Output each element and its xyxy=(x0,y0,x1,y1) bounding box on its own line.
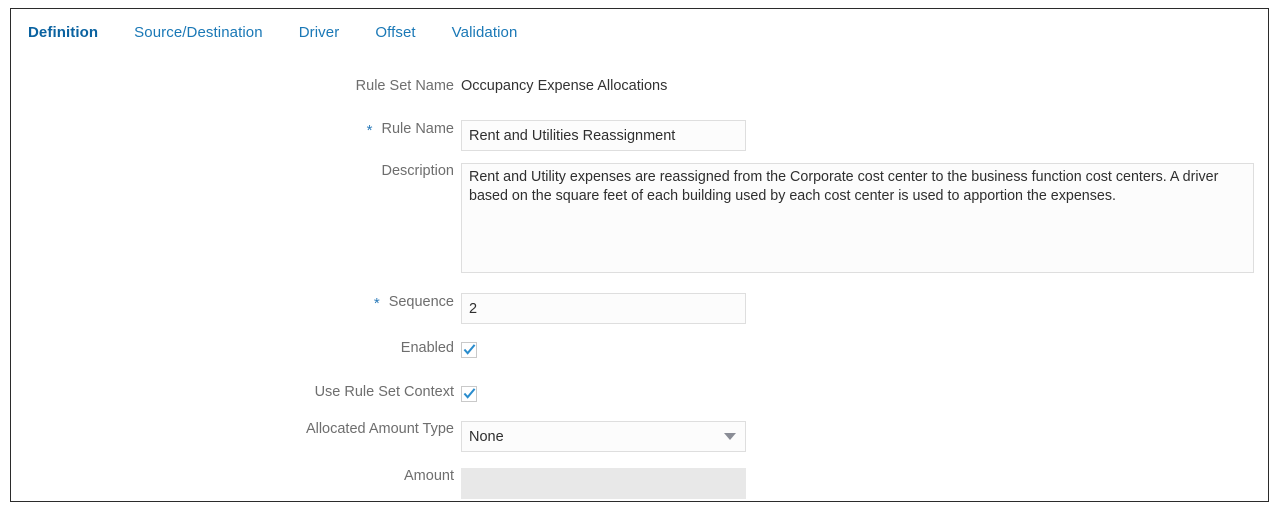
rule-name-label-text: Rule Name xyxy=(381,121,454,137)
rule-set-name-value: Occupancy Expense Allocations xyxy=(461,78,667,94)
rule-definition-panel: Definition Source/Destination Driver Off… xyxy=(10,8,1269,502)
rule-name-input[interactable] xyxy=(461,120,746,151)
required-indicator-icon: * xyxy=(374,295,380,312)
field-row-allocated-amount-type: Allocated Amount Type None xyxy=(11,421,1268,452)
field-row-rule-name: * Rule Name xyxy=(11,120,1268,151)
sequence-label: * Sequence xyxy=(11,293,461,310)
field-row-sequence: * Sequence xyxy=(11,293,1268,324)
definition-form: Rule Set Name Occupancy Expense Allocati… xyxy=(11,55,1268,501)
description-textarea[interactable]: Rent and Utility expenses are reassigned… xyxy=(461,163,1254,273)
tab-definition[interactable]: Definition xyxy=(28,24,98,41)
allocated-amount-type-label: Allocated Amount Type xyxy=(11,421,461,437)
chevron-down-icon xyxy=(724,433,736,440)
description-label: Description xyxy=(11,163,461,179)
enabled-label: Enabled xyxy=(11,340,461,356)
field-row-amount: Amount xyxy=(11,468,1268,499)
amount-input-disabled xyxy=(461,468,746,499)
enabled-checkbox[interactable] xyxy=(461,342,477,358)
field-row-rule-set-name: Rule Set Name Occupancy Expense Allocati… xyxy=(11,78,1268,94)
tab-source-destination[interactable]: Source/Destination xyxy=(134,24,263,41)
use-rule-set-context-label: Use Rule Set Context xyxy=(11,384,461,400)
tab-offset[interactable]: Offset xyxy=(375,24,415,41)
allocated-amount-type-value: None xyxy=(469,429,504,445)
field-row-use-rule-set-context: Use Rule Set Context xyxy=(11,384,1268,402)
rule-name-label: * Rule Name xyxy=(11,120,461,137)
field-row-enabled: Enabled xyxy=(11,340,1268,358)
tab-bar: Definition Source/Destination Driver Off… xyxy=(11,9,1268,55)
checkmark-icon xyxy=(463,387,476,400)
required-indicator-icon: * xyxy=(367,122,373,139)
sequence-label-text: Sequence xyxy=(389,294,454,310)
rule-set-name-label: Rule Set Name xyxy=(11,78,461,94)
sequence-input[interactable] xyxy=(461,293,746,324)
tab-driver[interactable]: Driver xyxy=(299,24,340,41)
field-row-description: Description Rent and Utility expenses ar… xyxy=(11,163,1268,273)
allocated-amount-type-select[interactable]: None xyxy=(461,421,746,452)
use-rule-set-context-checkbox[interactable] xyxy=(461,386,477,402)
tab-validation[interactable]: Validation xyxy=(452,24,518,41)
checkmark-icon xyxy=(463,343,476,356)
amount-label: Amount xyxy=(11,468,461,484)
